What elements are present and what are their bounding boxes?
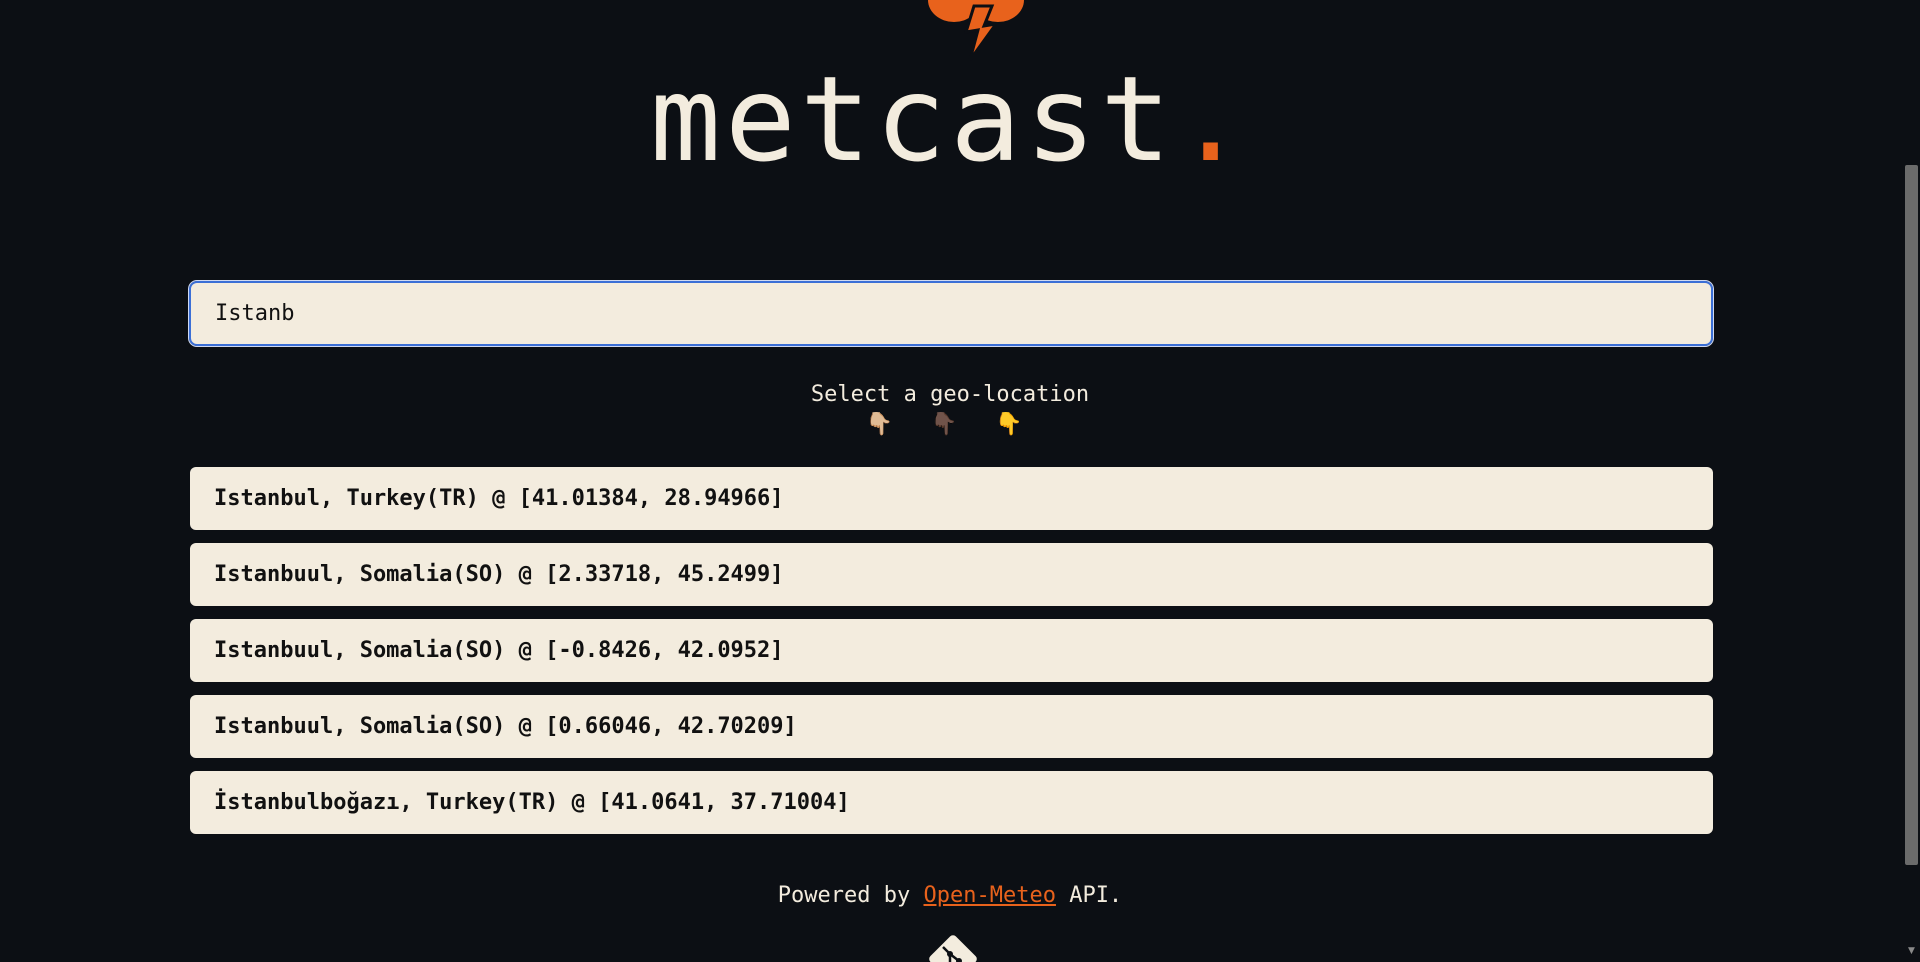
brand-name: metcast [649, 50, 1176, 188]
pointing-down-hand-icon: 👇 [994, 412, 1035, 437]
open-meteo-link[interactable]: Open-Meteo [924, 883, 1056, 908]
pointing-down-hand-icon: 👇🏼 [865, 412, 906, 437]
geo-location-result-item[interactable]: Istanbuul, Somalia(SO) @ [2.33718, 45.24… [190, 543, 1713, 606]
pointing-down-hand-icon: 👇🏿 [930, 412, 970, 437]
geo-location-result-item[interactable]: Istanbuul, Somalia(SO) @ [-0.8426, 42.09… [190, 619, 1713, 682]
geo-location-result-item[interactable]: Istanbul, Turkey(TR) @ [41.01384, 28.949… [190, 467, 1713, 530]
footer-suffix: API. [1055, 883, 1123, 908]
select-geo-location-prompt: Select a geo-location [810, 382, 1090, 407]
git-icon[interactable] [926, 932, 980, 962]
geo-location-result-item[interactable]: İstanbulboğazı, Turkey(TR) @ [41.0641, 3… [190, 771, 1713, 834]
pointing-down-hands: 👇🏼 👇🏿 👇 [0, 412, 1900, 437]
scrollbar-thumb[interactable] [1905, 165, 1918, 865]
geo-location-result-item[interactable]: Istanbuul, Somalia(SO) @ [0.66046, 42.70… [190, 695, 1713, 758]
footer-prefix: Powered by [777, 883, 924, 908]
brand-title: metcast. [0, 60, 1900, 178]
location-search-input[interactable] [188, 280, 1714, 347]
brand-dot: . [1175, 50, 1251, 188]
page: metcast. Select a geo-location 👇🏼 👇🏿 👇 I… [0, 0, 1920, 962]
geo-location-results: Istanbul, Turkey(TR) @ [41.01384, 28.949… [190, 467, 1713, 847]
chevron-down-icon[interactable]: ▼ [1905, 946, 1918, 958]
footer-attribution: Powered by Open-Meteo API. [0, 883, 1900, 908]
